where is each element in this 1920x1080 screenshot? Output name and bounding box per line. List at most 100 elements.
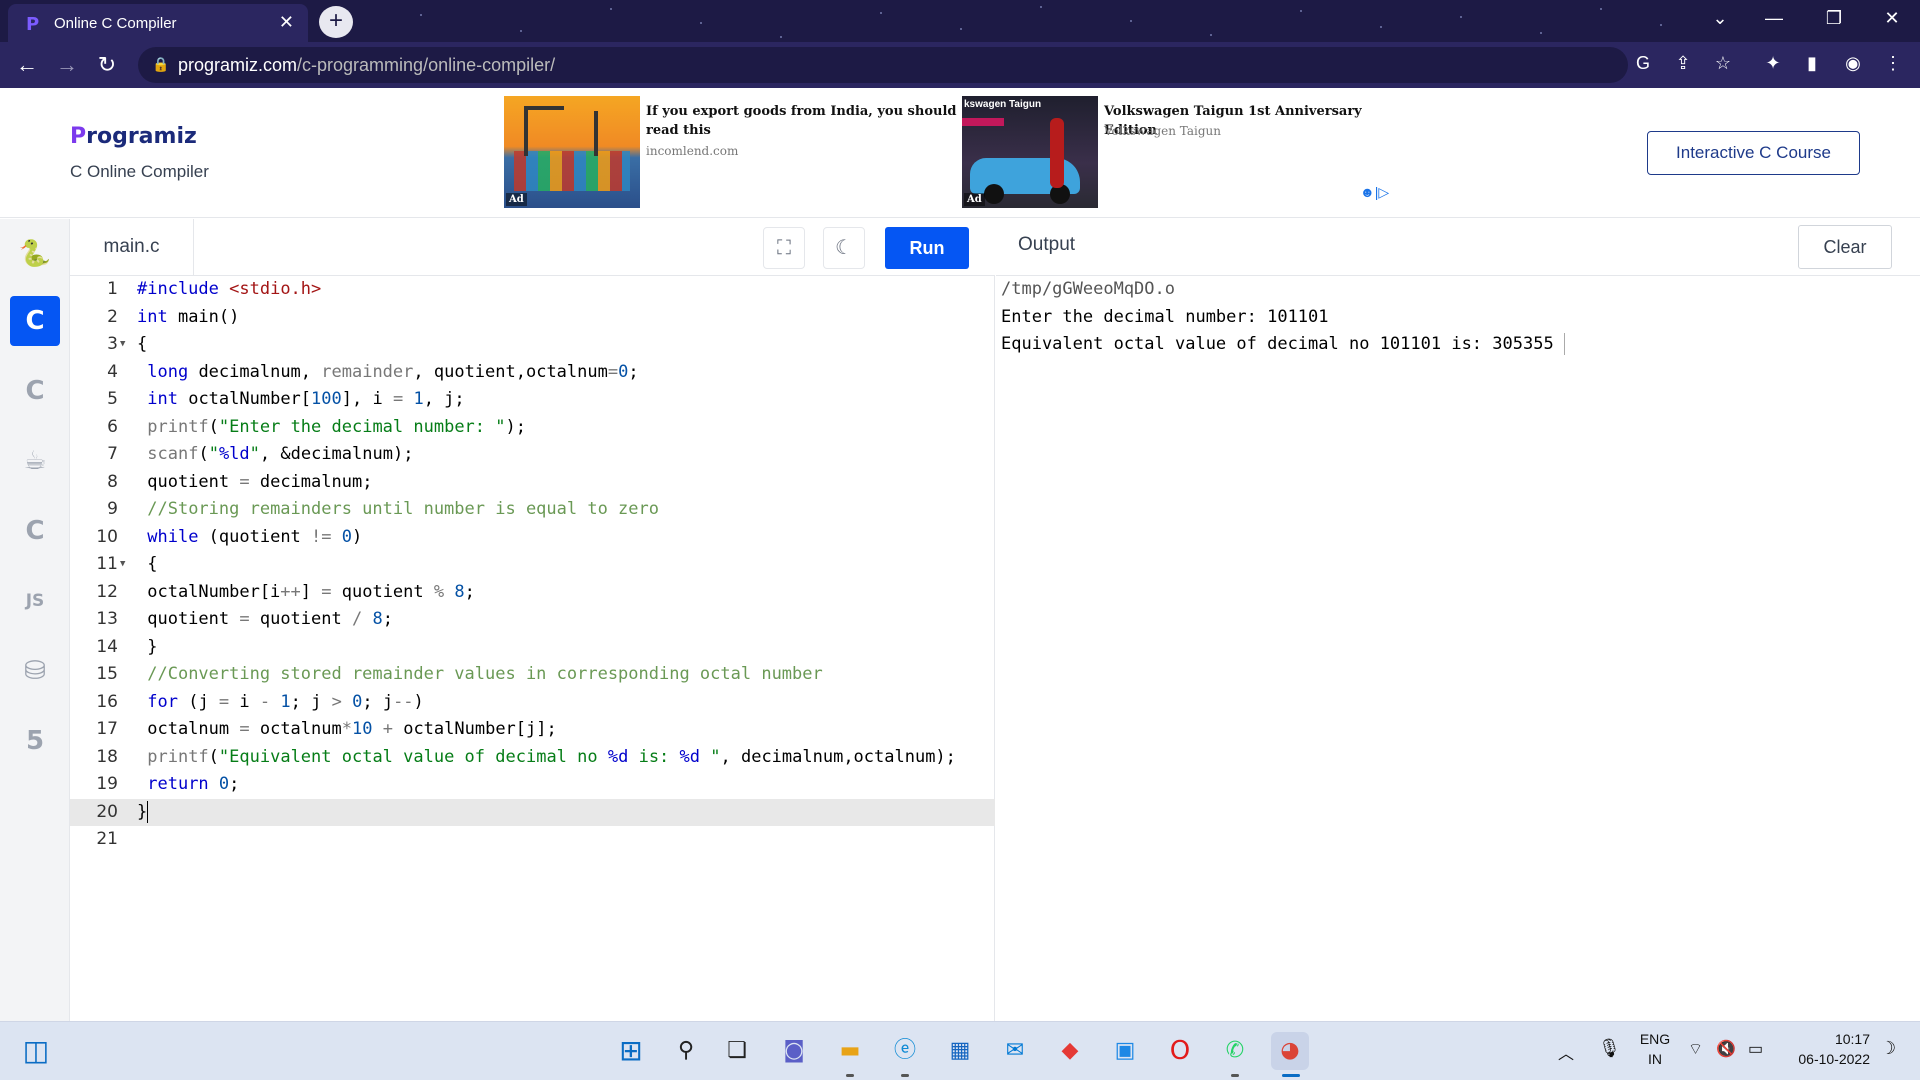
close-window-button[interactable]: ✕: [1872, 8, 1912, 29]
windows-taskbar: ◫ ⊞ ⚲ ❏ ◙ ▬ ⓔ ▦ ✉ ◆ ▣ O ✆ ◕ ︿ 🎙 ENG IN ⌔…: [0, 1021, 1920, 1080]
whatsapp-icon[interactable]: ✆: [1216, 1032, 1254, 1070]
clock[interactable]: 10:17 06-10-2022: [1786, 1031, 1870, 1067]
side-panel-icon[interactable]: ▮: [1797, 53, 1827, 74]
decorative-star: [780, 36, 782, 38]
decorative-star: [1600, 8, 1602, 10]
search-icon[interactable]: ⚲: [667, 1032, 705, 1070]
fullscreen-icon[interactable]: ⛶: [763, 227, 805, 269]
code-editor[interactable]: 1 #include <stdio.h> 2 int main() 3 ▼{ 4 lo…: [70, 276, 995, 1021]
code-line: 17 octalnum = octalnum*10 + octalNumber[…: [96, 719, 557, 739]
file-tab-main-c[interactable]: main.c: [70, 219, 194, 276]
clear-button[interactable]: Clear: [1798, 225, 1892, 269]
decorative-star: [1380, 26, 1382, 28]
profile-avatar[interactable]: ◉: [1838, 53, 1868, 74]
programiz-logo[interactable]: Programiz: [70, 124, 197, 149]
code-line: 15 //Converting stored remainder values …: [96, 664, 823, 684]
ad-incomlend[interactable]: Ad If you export goods from India, you s…: [504, 96, 964, 208]
decorative-star: [1040, 6, 1042, 8]
file-explorer-icon[interactable]: ▬: [831, 1032, 869, 1070]
ad-source: incomlend.com: [646, 144, 739, 158]
ad-headline[interactable]: If you export goods from India, you shou…: [646, 102, 958, 140]
url-bar[interactable]: 🔒 programiz.com/c-programming/online-com…: [138, 47, 1628, 83]
lock-icon: 🔒: [152, 56, 170, 72]
python-icon[interactable]: 🐍: [10, 229, 60, 279]
cpp-icon[interactable]: C: [10, 366, 60, 416]
code-line: 1 #include <stdio.h>: [107, 279, 322, 299]
share-icon[interactable]: ⇪: [1668, 53, 1698, 74]
battery-icon[interactable]: ▭: [1748, 1039, 1763, 1059]
back-icon[interactable]: ←: [12, 52, 42, 78]
c-language-icon[interactable]: C: [10, 296, 60, 346]
remote-desktop-icon[interactable]: ▣: [1106, 1032, 1144, 1070]
tab-search-icon[interactable]: ⌄: [1700, 8, 1740, 29]
output-line: Equivalent octal value of decimal no 101…: [1001, 331, 1565, 359]
restore-button[interactable]: ❐: [1814, 8, 1854, 29]
code-line: 16 for (j = i - 1; j > 0; j--): [96, 691, 424, 712]
site-header: Programiz C Online Compiler Ad If you ex…: [0, 88, 1920, 218]
anydesk-icon[interactable]: ◆: [1051, 1032, 1089, 1070]
mail-icon[interactable]: ✉: [996, 1032, 1034, 1070]
interactive-course-button[interactable]: Interactive C Course: [1647, 131, 1860, 175]
text-cursor: [147, 800, 149, 823]
opera-icon[interactable]: O: [1161, 1032, 1199, 1070]
chrome-icon[interactable]: ◕: [1271, 1032, 1309, 1070]
output-line: Enter the decimal number: 101101: [1001, 306, 1329, 327]
microphone-icon[interactable]: 🎙: [1598, 1038, 1621, 1059]
ad-image-car[interactable]: kswagen Taigun Ad: [962, 96, 1098, 208]
html-icon[interactable]: 5: [10, 716, 60, 766]
show-hidden-icons-chevron-icon[interactable]: ︿: [1558, 1040, 1574, 1064]
decorative-star: [520, 30, 522, 32]
close-tab-icon[interactable]: ✕: [279, 12, 294, 33]
reload-icon[interactable]: ↻: [92, 52, 122, 78]
google-icon[interactable]: G: [1628, 53, 1658, 74]
ad-volkswagen[interactable]: kswagen Taigun Ad Volkswagen Taigun 1st …: [962, 96, 1422, 208]
bookmark-star-icon[interactable]: ☆: [1708, 53, 1738, 74]
windows-widgets-icon[interactable]: ◫: [17, 1032, 55, 1070]
csharp-icon[interactable]: C: [10, 506, 60, 556]
forward-icon[interactable]: →: [52, 52, 82, 78]
output-console[interactable]: /tmp/gGWeeoMqDO.o Enter the decimal numb…: [996, 276, 1920, 1021]
decorative-star: [960, 28, 962, 30]
minimize-button[interactable]: —: [1754, 8, 1794, 29]
output-title: Output: [1018, 234, 1076, 255]
adchoices-icon[interactable]: ☻|▷: [1360, 184, 1389, 201]
code-line: 3 ▼{: [70, 331, 995, 359]
url-text: programiz.com/c-programming/online-compi…: [178, 55, 556, 75]
output-line: /tmp/gGWeeoMqDO.o: [1001, 279, 1175, 299]
ad-image-port[interactable]: Ad: [504, 96, 640, 208]
edge-browser-icon[interactable]: ⓔ: [886, 1032, 924, 1070]
task-view-icon[interactable]: ❏: [718, 1032, 756, 1070]
java-icon[interactable]: ☕: [10, 436, 60, 486]
decorative-star: [1660, 24, 1662, 26]
new-tab-button[interactable]: +: [319, 6, 353, 38]
wifi-icon[interactable]: ⌔: [1688, 1039, 1703, 1059]
ad-source: Volkswagen Taigun: [1104, 124, 1222, 138]
address-toolbar: ← → ↻ 🔒 programiz.com/c-programming/onli…: [0, 42, 1920, 88]
code-line: 10 while (quotient != 0): [96, 526, 363, 547]
windows-start-icon[interactable]: ⊞: [612, 1032, 650, 1070]
browser-tab-bar: P Online C Compiler ✕ + ⌄ — ❐ ✕: [0, 0, 1920, 42]
extensions-icon[interactable]: ✦: [1758, 53, 1788, 74]
javascript-icon[interactable]: JS: [10, 576, 60, 626]
menu-kebab-icon[interactable]: ⋮: [1878, 53, 1908, 74]
microsoft-store-icon[interactable]: ▦: [941, 1032, 979, 1070]
decorative-star: [700, 22, 702, 24]
code-line: 4 long decimalnum, remainder, quotient,o…: [107, 361, 639, 382]
notification-icon[interactable]: ☽: [1880, 1038, 1896, 1059]
programiz-favicon-icon: P: [26, 14, 40, 35]
decorative-star: [1210, 34, 1212, 36]
code-line: 21: [96, 829, 118, 849]
language-indicator[interactable]: ENG IN: [1638, 1031, 1672, 1067]
code-line: 19 return 0;: [96, 774, 240, 794]
run-button[interactable]: Run: [885, 227, 969, 269]
dark-mode-moon-icon[interactable]: ☾: [823, 227, 865, 269]
decorative-star: [610, 8, 612, 10]
sql-database-icon[interactable]: ⛁: [10, 646, 60, 696]
code-line-active: 20}: [70, 798, 995, 826]
code-line: 6 printf("Enter the decimal number: ");: [107, 416, 526, 437]
volume-muted-icon[interactable]: 🔇: [1716, 1039, 1736, 1059]
browser-tab[interactable]: P Online C Compiler ✕: [8, 4, 308, 42]
code-line: 7 scanf("%ld", &decimalnum);: [107, 444, 414, 464]
decorative-star: [420, 14, 422, 16]
teams-chat-icon[interactable]: ◙: [775, 1032, 813, 1070]
